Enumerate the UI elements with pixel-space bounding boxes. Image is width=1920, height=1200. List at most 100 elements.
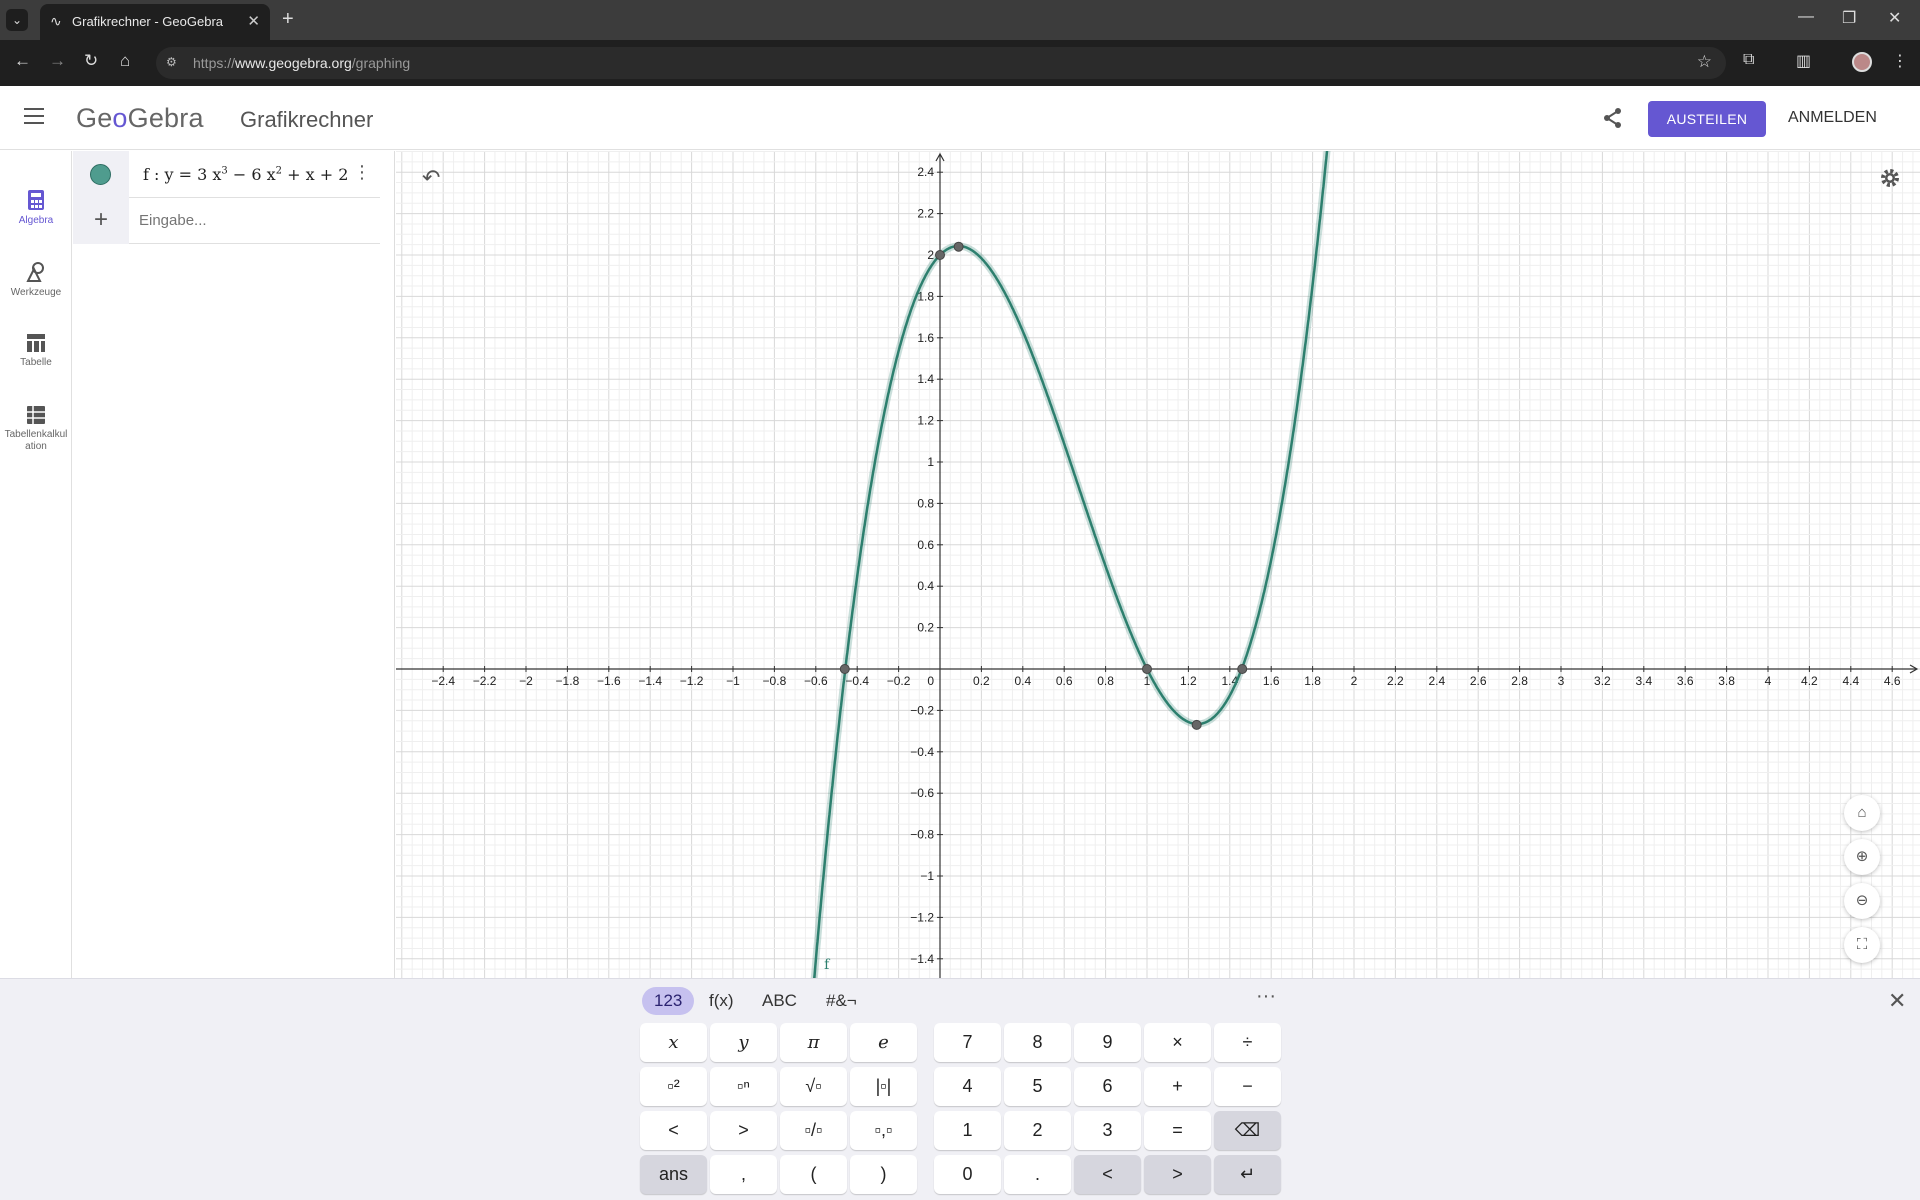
key-y[interactable]: y [710, 1023, 777, 1062]
reload-icon[interactable]: ↻ [84, 51, 98, 71]
key-3[interactable]: 3 [1074, 1111, 1141, 1150]
back-icon[interactable]: ← [14, 51, 31, 71]
rail-item-tabelle[interactable]: Tabelle [0, 333, 72, 368]
add-icon[interactable]: + [73, 198, 129, 244]
key-7[interactable]: 7 [934, 1023, 1001, 1062]
key-pi[interactable]: π [780, 1023, 847, 1062]
close-window-icon[interactable]: ✕ [1888, 8, 1901, 28]
y-tick-label: −0.8 [910, 828, 934, 842]
rail-item-algebra[interactable]: Algebra [0, 189, 72, 226]
undo-icon[interactable]: ↶ [422, 165, 440, 191]
algebra-input-field[interactable] [139, 212, 359, 229]
key-enter[interactable]: ↵ [1214, 1155, 1281, 1194]
profile-avatar[interactable] [1852, 52, 1872, 72]
key-4[interactable]: 4 [934, 1067, 1001, 1106]
rail-item-werkzeuge[interactable]: Werkzeuge [0, 261, 72, 298]
special-point-5[interactable] [935, 250, 945, 260]
key-5[interactable]: 5 [1004, 1067, 1071, 1106]
browser-tab[interactable]: ∿ Grafikrechner - GeoGebra ✕ [40, 4, 270, 40]
key-subscript[interactable]: ▫,▫ [850, 1111, 917, 1150]
kbd-tab-123[interactable]: 123 [642, 987, 695, 1015]
reading-mode-icon[interactable]: ▥ [1796, 51, 1811, 71]
rail-item-tabellenkalkulation[interactable]: Tabellenkalkulation [0, 405, 72, 453]
special-point-1[interactable] [953, 241, 964, 252]
key-divide[interactable]: ÷ [1214, 1023, 1281, 1062]
graphics-view[interactable]: −2.4 −2.2 −2 −1.8 −1.6 −1.4 −1.2 −1 −0.8 −0.6 −0.4… [396, 151, 1920, 978]
tools-icon [26, 262, 44, 282]
key-x[interactable]: x [640, 1023, 707, 1062]
x-tick-label: 0.4 [1014, 674, 1031, 688]
key-left-arrow[interactable]: < [1074, 1155, 1141, 1194]
visibility-dot-icon[interactable] [90, 164, 111, 185]
key-rparen[interactable]: ) [850, 1155, 917, 1194]
key-plus[interactable]: + [1144, 1067, 1211, 1106]
key-6[interactable]: 6 [1074, 1067, 1141, 1106]
kbd-close-icon[interactable]: ✕ [1888, 988, 1906, 1014]
key-1[interactable]: 1 [934, 1111, 1001, 1150]
key-0[interactable]: 0 [934, 1155, 1001, 1194]
share-icon[interactable] [1602, 107, 1624, 134]
key-times[interactable]: × [1144, 1023, 1211, 1062]
url-text[interactable]: https://www.geogebra.org/graphing [193, 55, 410, 71]
key-dot[interactable]: . [1004, 1155, 1071, 1194]
bookmark-star-icon[interactable]: ☆ [1697, 52, 1712, 72]
close-tab-icon[interactable]: ✕ [247, 12, 260, 30]
key-lparen[interactable]: ( [780, 1155, 847, 1194]
tab-search-button[interactable]: ⌄ [6, 9, 28, 31]
visibility-toggle-cell[interactable] [73, 151, 129, 198]
x-tick-label: 2 [1351, 674, 1358, 688]
zoom-out-icon[interactable]: ⊖ [1844, 883, 1880, 919]
key-greater[interactable]: > [710, 1111, 777, 1150]
special-point-4[interactable] [1237, 664, 1248, 674]
key-2[interactable]: 2 [1004, 1111, 1071, 1150]
kbd-tab-abc[interactable]: ABC [750, 987, 809, 1015]
fullscreen-icon[interactable]: ⛶ [1844, 927, 1880, 963]
key-e[interactable]: e [850, 1023, 917, 1062]
address-bar[interactable]: ⚙ https://www.geogebra.org/graphing ☆ [156, 47, 1726, 79]
kbd-tab-fx[interactable]: f(x) [697, 987, 746, 1015]
main-menu-icon[interactable] [24, 108, 44, 124]
key-8[interactable]: 8 [1004, 1023, 1071, 1062]
austeilen-button[interactable]: AUSTEILEN [1648, 101, 1766, 137]
key-minus[interactable]: − [1214, 1067, 1281, 1106]
anmelden-button[interactable]: ANMELDEN [1788, 109, 1877, 127]
geogebra-logo[interactable]: GeoGebra [76, 103, 204, 134]
forward-icon[interactable]: → [49, 51, 66, 71]
key-9[interactable]: 9 [1074, 1023, 1141, 1062]
special-point-2[interactable] [1142, 664, 1152, 674]
restore-icon[interactable]: ❐ [1842, 8, 1856, 28]
kbd-more-icon[interactable]: ··· [1256, 985, 1276, 1008]
algebra-input-row[interactable]: + [73, 198, 380, 244]
function-definition[interactable]: f : y = 3 x3 − 6 x2 + x + 2 [143, 165, 348, 184]
x-tick-label: −2.4 [431, 674, 455, 688]
key-abs[interactable]: |▫| [850, 1067, 917, 1106]
row-more-icon[interactable]: ⋮ [353, 162, 371, 183]
extensions-icon[interactable]: ⧉ [1743, 51, 1754, 69]
special-point-3[interactable] [1191, 719, 1202, 730]
key-backspace[interactable]: ⌫ [1214, 1111, 1281, 1150]
kbd-tab-symbols[interactable]: #&¬ [814, 987, 869, 1015]
new-tab-button[interactable]: + [282, 8, 294, 31]
algebra-row-f[interactable]: f : y = 3 x3 − 6 x2 + x + 2 ⋮ [73, 151, 380, 198]
key-power[interactable]: ▫ⁿ [710, 1067, 777, 1106]
key-ans[interactable]: ans [640, 1155, 707, 1194]
browser-tabstrip: ⌄ ∿ Grafikrechner - GeoGebra ✕ + — ❐ ✕ [0, 0, 1920, 40]
key-sqrt[interactable]: √▫ [780, 1067, 847, 1106]
key-fraction[interactable]: ▫/▫ [780, 1111, 847, 1150]
special-point-0[interactable] [839, 664, 850, 674]
key-less[interactable]: < [640, 1111, 707, 1150]
standard-view-home-icon[interactable]: ⌂ [1844, 795, 1880, 831]
home-icon[interactable]: ⌂ [120, 51, 130, 71]
x-tick-label: −1.4 [638, 674, 662, 688]
browser-menu-icon[interactable]: ⋮ [1892, 51, 1908, 71]
site-info-icon[interactable]: ⚙ [166, 55, 177, 69]
key-right-arrow[interactable]: > [1144, 1155, 1211, 1194]
key-equals[interactable]: = [1144, 1111, 1211, 1150]
minimize-icon[interactable]: — [1798, 8, 1814, 26]
zoom-in-icon[interactable]: ⊕ [1844, 839, 1880, 875]
key-square[interactable]: ▫² [640, 1067, 707, 1106]
x-tick-label: 4 [1765, 674, 1772, 688]
graph-canvas[interactable]: −2.4 −2.2 −2 −1.8 −1.6 −1.4 −1.2 −1 −0.8 −0.6 −0.4… [396, 151, 1920, 978]
key-comma[interactable]: , [710, 1155, 777, 1194]
y-tick-label: 0.2 [917, 621, 934, 635]
